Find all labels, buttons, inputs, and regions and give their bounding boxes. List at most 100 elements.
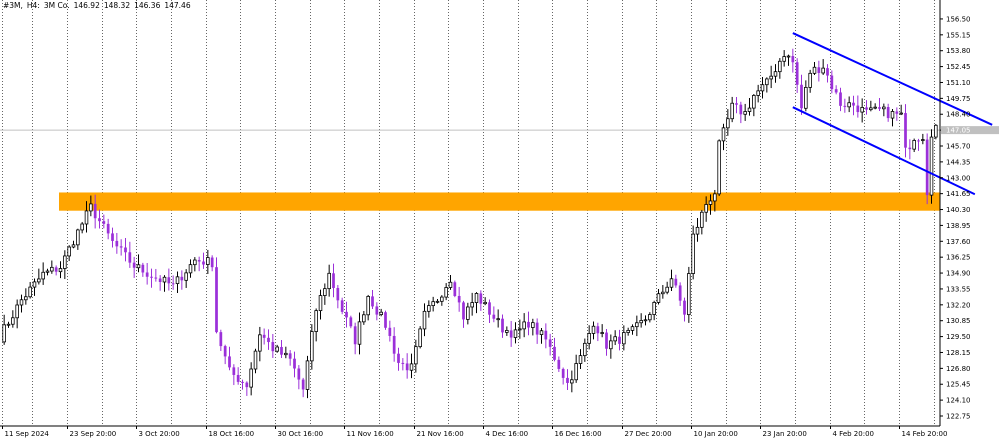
candle-body — [249, 368, 253, 388]
candle-body — [544, 330, 548, 340]
candle-body — [141, 264, 145, 273]
candle-body — [600, 332, 604, 334]
candle-body — [929, 136, 934, 196]
price-tick-label: 149.75 — [946, 95, 971, 103]
candle-body — [665, 286, 669, 293]
candle-body — [882, 106, 886, 110]
candle-body — [76, 229, 80, 246]
candle-body — [561, 368, 565, 378]
candle-body — [119, 246, 123, 248]
candle-body — [253, 350, 258, 370]
candle-body — [782, 56, 786, 62]
candle-body — [349, 317, 353, 327]
candle-body — [440, 296, 444, 302]
candle-body — [548, 339, 552, 347]
low-value: 146.36 — [134, 1, 161, 10]
price-tick-label: 138.95 — [946, 222, 971, 230]
candle-body — [756, 90, 760, 96]
candle-body — [89, 203, 93, 212]
candle-body — [284, 352, 288, 356]
price-tick-label: 141.65 — [946, 190, 971, 198]
candle-body — [210, 257, 214, 268]
price-tick-label: 153.80 — [946, 47, 971, 55]
time-tick-label: 11 Nov 16:00 — [347, 430, 394, 438]
candle-body — [184, 272, 188, 281]
candle-body — [812, 66, 817, 74]
candle-body — [765, 78, 769, 86]
candle-body — [84, 210, 89, 225]
support-zone — [59, 192, 940, 211]
timeframe-label: H4: — [26, 1, 40, 10]
axis-layer: 156.50 155.15 153.80 152.45 151.10 149.75 148.… — [0, 0, 999, 438]
candle-body — [435, 300, 440, 303]
candle-body — [817, 67, 821, 73]
candle-body — [145, 272, 149, 277]
candle-body — [791, 56, 795, 63]
candle-body — [457, 295, 461, 303]
candle-body — [583, 342, 587, 357]
price-chart[interactable]: 156.50 155.15 153.80 152.45 151.10 149.75 148.… — [0, 0, 1000, 439]
candle-body — [865, 107, 868, 110]
price-tick-label: 132.20 — [946, 301, 971, 309]
candle-body — [856, 105, 860, 113]
candle-body — [280, 346, 283, 355]
candle-body — [202, 261, 205, 265]
candle-body — [422, 310, 427, 330]
candle-body — [50, 266, 54, 272]
price-tick-label: 133.55 — [946, 285, 971, 293]
candle-body — [427, 305, 431, 312]
candle-body — [695, 226, 700, 235]
candle-body — [293, 358, 296, 369]
candle-body — [305, 360, 310, 390]
candle-body — [557, 359, 561, 369]
candle-body — [826, 68, 829, 76]
candle-body — [102, 221, 106, 224]
candle-body — [397, 353, 400, 363]
candle-body — [336, 287, 340, 301]
candle-body — [505, 330, 509, 333]
candle-body — [111, 233, 114, 241]
candle-body — [735, 103, 738, 105]
candle-body — [878, 107, 881, 109]
candle-body — [739, 104, 743, 115]
time-tick-label: 30 Oct 16:00 — [278, 430, 324, 438]
candle-body — [539, 330, 544, 335]
candle-layer — [2, 48, 938, 399]
candle-body — [743, 111, 747, 115]
candle-body — [683, 300, 686, 315]
time-tick-label: 23 Jan 20:00 — [763, 430, 807, 438]
candle-body — [773, 71, 778, 77]
candle-body — [609, 340, 613, 350]
candle-body — [193, 259, 197, 266]
candle-body — [366, 295, 370, 316]
time-tick-label: 27 Dec 20:00 — [625, 430, 672, 438]
time-tick-label: 16 Dec 16:00 — [555, 430, 602, 438]
candle-body — [132, 262, 136, 268]
candle-body — [501, 318, 504, 333]
candle-body — [45, 270, 50, 273]
current-price-label: 147.05 — [946, 127, 971, 135]
time-tick-label: 4 Dec 16:00 — [486, 430, 529, 438]
time-tick-label: 11 Sep 2024 — [5, 430, 50, 438]
candle-body — [357, 321, 362, 345]
candle-body — [197, 260, 201, 262]
candle-body — [483, 301, 487, 305]
candle-body — [6, 323, 11, 326]
candle-body — [895, 111, 899, 114]
candle-body — [150, 276, 153, 278]
candle-body — [656, 293, 661, 303]
candle-body — [800, 84, 803, 109]
candle-body — [444, 287, 448, 298]
candle-body — [518, 328, 522, 331]
time-tick-label: 23 Sep 20:00 — [70, 430, 117, 438]
candle-body — [405, 363, 409, 371]
candle-body — [162, 276, 167, 283]
candle-body — [717, 140, 721, 195]
candle-body — [648, 314, 652, 321]
candle-body — [409, 363, 414, 371]
candle-body — [58, 268, 63, 273]
candle-body — [470, 302, 474, 308]
candle-body — [327, 272, 331, 290]
candle-body — [236, 374, 240, 382]
candle-body — [488, 302, 491, 315]
